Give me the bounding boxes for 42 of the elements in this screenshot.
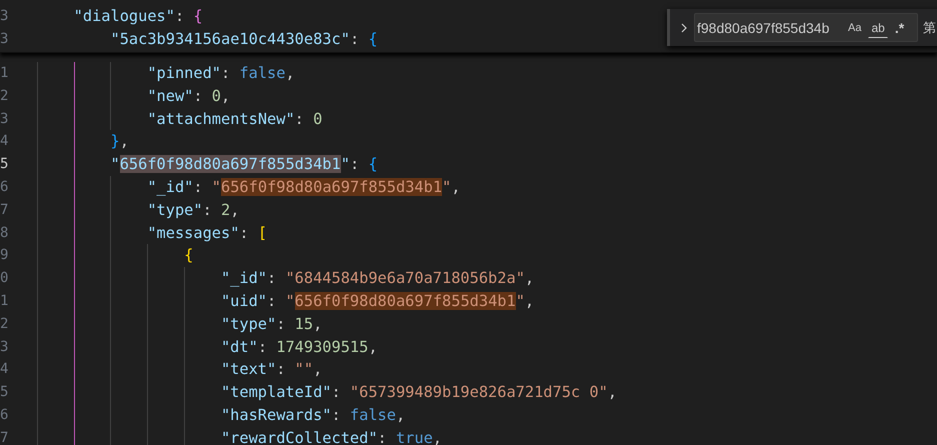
code-line: "new": 0,: [147, 86, 230, 107]
code-line: "messages": [: [147, 222, 268, 244]
result-count: 第: [923, 18, 936, 36]
regex-toggle[interactable]: .*: [892, 18, 908, 38]
code-line: "pinned": false,: [147, 63, 295, 84]
line-number: 3: [0, 7, 10, 26]
code-line: "656f0f98d80a697f855d34b1": {: [110, 154, 378, 176]
line-number: 6: [0, 406, 10, 425]
code-line: "attachmentsNew": 0: [147, 108, 322, 130]
code-line: "text": "",: [220, 359, 322, 380]
line-number: 2: [0, 86, 10, 106]
code-line: "type": 2,: [147, 200, 240, 221]
line-number: 2: [0, 314, 10, 334]
line-number: 1: [0, 292, 10, 311]
line-number: 3: [0, 338, 10, 357]
match-case-toggle[interactable]: Aa: [845, 18, 864, 38]
code-line: "5ac3b934156ae10c4430e83c": {: [110, 28, 378, 50]
line-number: 3: [0, 30, 10, 49]
line-number: 6: [0, 178, 10, 197]
code-line: "rewardCollected": true,: [220, 428, 442, 445]
line-number: 5: [0, 383, 10, 402]
line-number: 3: [0, 110, 10, 129]
code-line: },: [110, 131, 129, 152]
code-line: {: [184, 245, 194, 266]
line-number: 7: [0, 200, 10, 220]
code-line: "type": 15,: [220, 314, 322, 335]
line-number: 5: [0, 155, 10, 174]
code-line: "hasRewards": false,: [220, 404, 406, 426]
code-line: "dialogues": {: [74, 6, 203, 27]
line-number: 0: [0, 269, 10, 288]
line-number: 8: [0, 224, 10, 243]
line-number: 1: [0, 64, 10, 83]
whole-word-toggle[interactable]: ab: [868, 18, 888, 38]
code-line: "dt": 1749309515,: [220, 336, 378, 358]
find-input-field[interactable]: f98d80a697f855d34b Aa ab .*: [694, 13, 918, 42]
code-line: "templateId": "657399489b19e826a721d75c 0",: [220, 382, 617, 404]
line-number: 4: [0, 360, 10, 380]
line-number: 9: [0, 246, 10, 266]
expand-toggle-icon[interactable]: [679, 22, 689, 32]
line-number: 7: [0, 428, 10, 445]
code-line: "_id": "6844584b9e6a70a718056b2a",: [220, 268, 534, 290]
line-number: 4: [0, 132, 10, 152]
